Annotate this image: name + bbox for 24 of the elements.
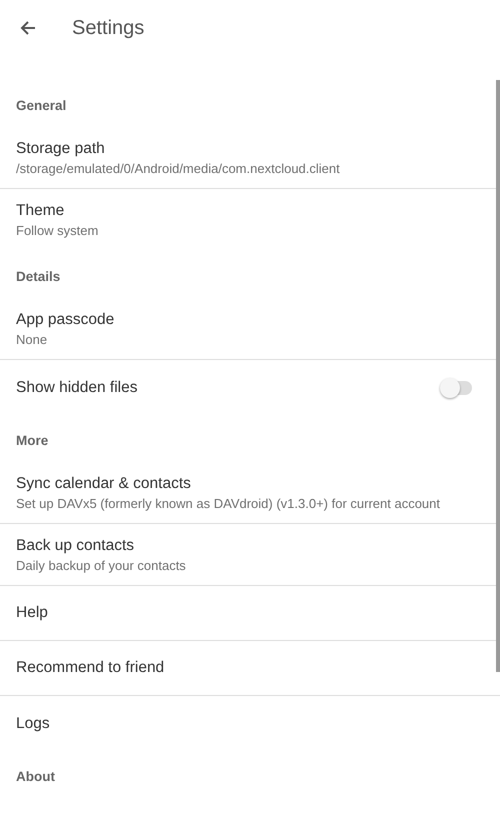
item-title: Help bbox=[16, 604, 49, 622]
screen-title: Settings bbox=[72, 16, 144, 40]
item-summary: Daily backup of your contacts bbox=[16, 558, 187, 572]
section-header: General bbox=[16, 98, 66, 113]
item-title: Storage path bbox=[16, 140, 106, 158]
section-header: Details bbox=[16, 269, 60, 284]
item-title: Show hidden files bbox=[16, 378, 138, 396]
section-header: About bbox=[16, 769, 55, 784]
section-header: More bbox=[16, 433, 48, 448]
item-summary: /storage/emulated/0/Android/media/com.nextcloud.client bbox=[16, 160, 341, 176]
item-title: App passcode bbox=[16, 310, 116, 328]
item-summary: Follow system bbox=[16, 223, 100, 238]
item-summary: None bbox=[16, 332, 48, 346]
item-title: Logs bbox=[16, 714, 51, 732]
item-title: Recommend to friend bbox=[16, 659, 166, 677]
settings-item[interactable]: Theme Follow system bbox=[0, 189, 500, 251]
item-summary: Set up DAVx5 (formerly known as DAVdroid) (v1.3.0+) for current account bbox=[16, 496, 441, 510]
item-title: Sync calendar & contacts bbox=[16, 474, 192, 492]
settings-item[interactable]: Logs bbox=[0, 696, 500, 751]
back-arrow-icon bbox=[20, 20, 36, 36]
item-title: Theme bbox=[16, 202, 66, 220]
settings-item[interactable]: Show hidden files bbox=[0, 360, 500, 415]
scrollbar[interactable] bbox=[496, 80, 500, 672]
item-title: Back up contacts bbox=[16, 536, 136, 554]
